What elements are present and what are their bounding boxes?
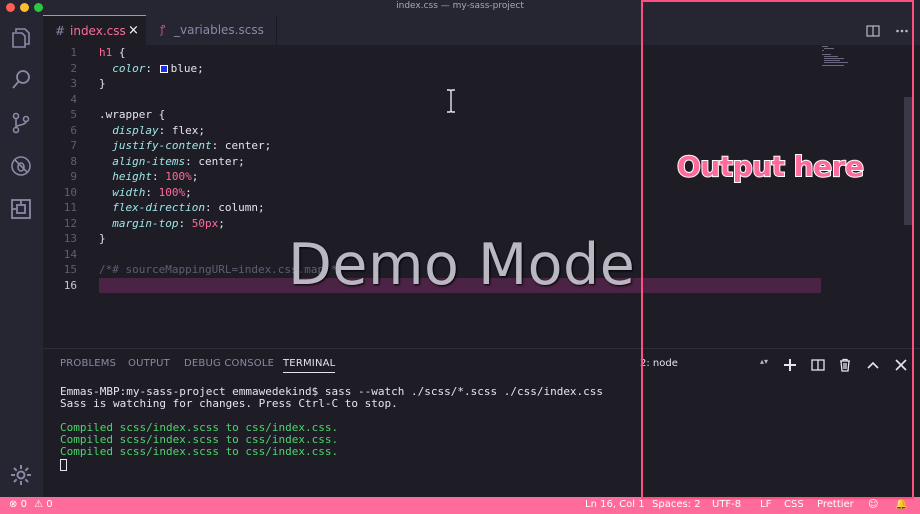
text-cursor-icon (446, 89, 456, 113)
code-token: 50px (191, 216, 219, 230)
code-token: } (99, 77, 106, 90)
code-token: { (151, 108, 166, 121)
error-count: 0 (20, 499, 27, 510)
terminal-line: Sass is watching for changes. Press Ctrl… (60, 397, 398, 410)
close-icon[interactable]: × (128, 16, 139, 46)
tab-problems[interactable]: PROBLEMS (60, 358, 116, 369)
tab-variables-scss[interactable]: ꝭ _variables.scss (146, 15, 277, 45)
activity-bar (0, 15, 43, 497)
line-number: 13 (63, 232, 77, 245)
cursor-position[interactable]: Ln 16, Col 1 (585, 499, 645, 510)
line-number: 16 (63, 278, 77, 292)
code-token: 100% (165, 170, 192, 183)
code-token: margin-top (112, 216, 179, 230)
line-number: 12 (63, 216, 77, 230)
warning-icon: ⚠ (34, 499, 44, 510)
errors-status[interactable]: ⊗ 0 ⚠ 0 (9, 499, 53, 510)
bug-icon[interactable] (9, 154, 33, 178)
bell-icon[interactable]: 🔔 (895, 499, 907, 510)
terminal-line: Compiled scss/index.scss to css/index.cs… (60, 445, 339, 458)
line-number: 8 (70, 154, 77, 168)
line-number: 7 (70, 139, 77, 152)
terminal-cursor (60, 459, 67, 471)
line-number: 4 (70, 92, 77, 106)
code-token: width (112, 185, 146, 199)
gear-icon[interactable] (9, 463, 33, 487)
extensions-icon[interactable] (9, 197, 33, 221)
search-icon[interactable] (9, 68, 33, 92)
code-token: .wrapper (99, 108, 152, 121)
line-number: 11 (63, 201, 77, 214)
warning-count: 0 (46, 499, 53, 510)
line-number: 15 (63, 263, 77, 276)
line-number: 6 (70, 123, 77, 137)
indentation[interactable]: Spaces: 2 (652, 499, 701, 510)
code-token: flex-direction (112, 201, 205, 214)
tab-label: _variables.scss (174, 23, 264, 37)
code-token: height (112, 170, 152, 183)
code-token: } (99, 232, 106, 245)
code-token: flex; (171, 123, 205, 137)
code-token: display (112, 123, 159, 137)
css-file-icon: # (55, 24, 66, 38)
demo-mode-watermark: Demo Mode (288, 232, 636, 298)
code-token: center; (224, 139, 272, 152)
code-token: { (112, 46, 126, 59)
language-mode[interactable]: CSS (784, 499, 804, 510)
sass-icon: ꝭ (160, 23, 166, 36)
tab-debug-console[interactable]: DEBUG CONSOLE (184, 358, 274, 369)
status-bar: ⊗ 0 ⚠ 0 Ln 16, Col 1 Spaces: 2 UTF-8 LF … (0, 497, 920, 514)
code-token: center; (198, 154, 245, 168)
smiley-feedback-icon[interactable]: ☺ (868, 499, 878, 510)
line-number: 5 (70, 108, 77, 121)
code-token: color (112, 61, 146, 75)
output-area-outline (641, 0, 914, 499)
vscode-window: index.css — my-sass-project # index.css … (0, 0, 920, 514)
color-swatch[interactable] (159, 64, 168, 73)
tab-output[interactable]: OUTPUT (128, 358, 170, 369)
tab-index-css[interactable]: # index.css × (43, 15, 146, 45)
code-token: 100% (158, 185, 186, 199)
line-ending[interactable]: LF (760, 499, 771, 510)
code-token: h1 (99, 46, 113, 59)
files-icon[interactable] (9, 26, 33, 50)
line-number: 9 (70, 170, 77, 183)
code-token: align-items (112, 154, 186, 168)
line-number: 10 (63, 185, 77, 199)
line-number: 2 (70, 61, 77, 75)
formatter[interactable]: Prettier (817, 499, 854, 510)
code-token: justify-content (112, 139, 212, 152)
code-token: column; (218, 201, 265, 214)
line-number: 14 (63, 247, 77, 261)
tab-label: index.css (70, 24, 126, 38)
tab-terminal[interactable]: TERMINAL (283, 358, 336, 373)
encoding[interactable]: UTF-8 (712, 499, 741, 510)
error-icon: ⊗ (9, 499, 18, 510)
output-label: Output here (676, 149, 865, 184)
line-number: 1 (70, 46, 77, 59)
code-token: blue; (170, 61, 204, 75)
git-branch-icon[interactable] (9, 111, 33, 135)
line-number: 3 (70, 77, 77, 90)
